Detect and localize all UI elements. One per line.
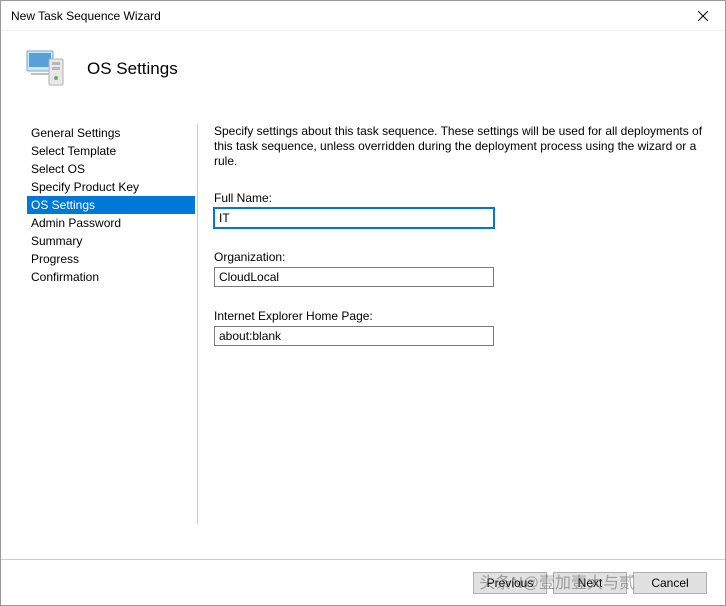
sidebar: General Settings Select Template Select … [1,106,197,534]
cancel-button[interactable]: Cancel [633,572,707,594]
ie-homepage-group: Internet Explorer Home Page: [214,309,703,346]
ie-homepage-label: Internet Explorer Home Page: [214,309,703,323]
window-title: New Task Sequence Wizard [11,9,161,23]
organization-label: Organization: [214,250,703,264]
titlebar: New Task Sequence Wizard [1,1,725,31]
ie-homepage-input[interactable] [214,326,494,346]
previous-button[interactable]: Previous [473,572,547,594]
intro-text: Specify settings about this task sequenc… [214,124,703,169]
full-name-label: Full Name: [214,191,703,205]
page-title: OS Settings [87,59,178,79]
computer-icon [21,45,69,93]
sidebar-item-select-template[interactable]: Select Template [27,142,197,160]
organization-input[interactable] [214,267,494,287]
sidebar-item-confirmation[interactable]: Confirmation [27,268,197,286]
wizard-body: General Settings Select Template Select … [1,106,725,534]
close-icon [698,11,708,21]
sidebar-item-os-settings[interactable]: OS Settings [27,196,195,214]
sidebar-item-general-settings[interactable]: General Settings [27,124,197,142]
sidebar-item-summary[interactable]: Summary [27,232,197,250]
wizard-footer: Previous Next Cancel [1,559,725,605]
wizard-header: OS Settings [1,31,725,106]
full-name-input[interactable] [214,208,494,228]
full-name-group: Full Name: [214,191,703,228]
sidebar-item-select-os[interactable]: Select OS [27,160,197,178]
sidebar-item-progress[interactable]: Progress [27,250,197,268]
organization-group: Organization: [214,250,703,287]
next-button[interactable]: Next [553,572,627,594]
main-panel: Specify settings about this task sequenc… [198,106,725,534]
close-button[interactable] [680,1,725,31]
sidebar-item-specify-product-key[interactable]: Specify Product Key [27,178,197,196]
sidebar-item-admin-password[interactable]: Admin Password [27,214,197,232]
